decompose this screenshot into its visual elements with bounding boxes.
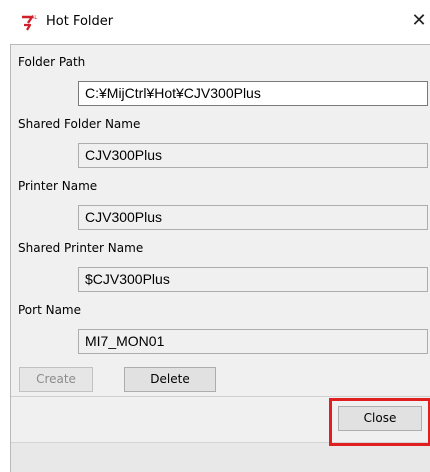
app-logo-icon: AL xyxy=(22,15,37,31)
title-bar: AL Hot Folder ✕ xyxy=(0,0,430,44)
folder-path-field[interactable]: C:¥MijCtrl¥Hot¥CJV300Plus xyxy=(78,81,428,106)
port-name-label: Port Name xyxy=(18,303,82,317)
divider xyxy=(11,396,430,397)
printer-name-field[interactable]: CJV300Plus xyxy=(78,205,428,230)
port-name-field[interactable]: MI7_MON01 xyxy=(78,329,428,354)
delete-button[interactable]: Delete xyxy=(124,367,216,392)
svg-text:AL: AL xyxy=(31,15,37,21)
close-button[interactable]: Close xyxy=(338,406,422,431)
shared-printer-name-label: Shared Printer Name xyxy=(18,241,144,255)
close-window-icon[interactable]: ✕ xyxy=(408,10,430,32)
folder-path-label: Folder Path xyxy=(18,55,86,69)
dialog-body: Folder Path C:¥MijCtrl¥Hot¥CJV300Plus Sh… xyxy=(10,44,430,472)
printer-name-label: Printer Name xyxy=(18,179,98,193)
shared-folder-name-label: Shared Folder Name xyxy=(18,117,141,131)
window-title: Hot Folder xyxy=(46,14,114,29)
status-strip xyxy=(11,442,430,472)
shared-printer-name-field[interactable]: $CJV300Plus xyxy=(78,267,428,292)
shared-folder-name-field[interactable]: CJV300Plus xyxy=(78,143,428,168)
create-button[interactable]: Create xyxy=(19,367,93,392)
